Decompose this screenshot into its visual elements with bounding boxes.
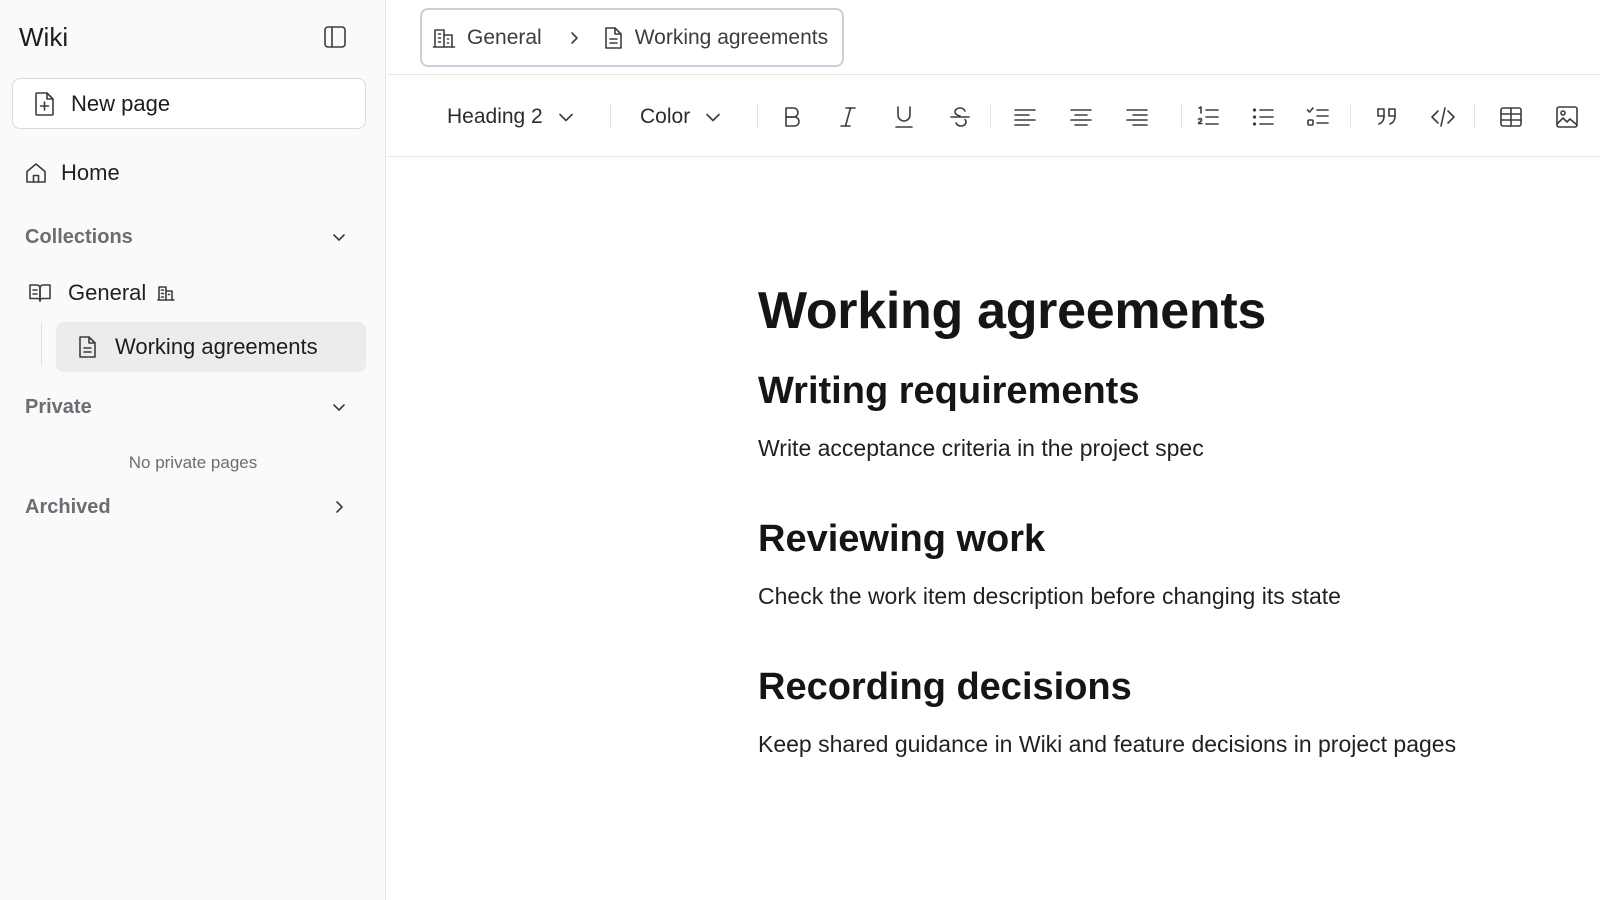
sidebar-item-general[interactable]: General [28, 276, 176, 310]
chevron-right-icon [331, 499, 347, 515]
new-page-label: New page [71, 90, 171, 116]
task-list-icon[interactable] [1305, 104, 1331, 130]
home-icon [24, 161, 48, 185]
new-page-icon [33, 91, 57, 117]
document-icon [76, 335, 98, 359]
chevron-right-icon [568, 31, 580, 45]
building-icon [157, 284, 176, 302]
code-icon[interactable] [1430, 104, 1456, 130]
color-select-label: Color [640, 104, 691, 128]
tree-guide-line [41, 322, 42, 366]
toolbar-divider [1350, 103, 1351, 129]
sidebar-item-working-agreements[interactable]: Working agreements [56, 322, 366, 372]
breadcrumb-item-working-agreements[interactable]: Working agreements [602, 26, 828, 50]
book-icon [28, 282, 52, 304]
formatting-toolbar: Heading 2 Color [387, 76, 1600, 157]
page-title[interactable]: Working agreements [758, 280, 1578, 342]
toolbar-divider [990, 103, 991, 129]
document-content[interactable]: Working agreements Writing requirements … [758, 280, 1578, 759]
heading-select[interactable]: Heading 2 [447, 76, 575, 157]
sidebar-item-label: Home [61, 160, 120, 185]
new-page-button[interactable]: New page [12, 78, 366, 129]
color-select[interactable]: Color [640, 76, 722, 157]
sidebar-toggle-icon[interactable] [322, 24, 348, 50]
breadcrumb-label: General [467, 25, 542, 49]
image-icon[interactable] [1554, 104, 1580, 130]
sidebar: Wiki New page Home Collections General W… [0, 0, 386, 900]
sidebar-item-label: General [68, 280, 147, 305]
table-icon[interactable] [1498, 104, 1524, 130]
section-heading[interactable]: Recording decisions [758, 664, 1578, 710]
toolbar-divider [757, 103, 758, 129]
chevron-down-icon [331, 399, 347, 415]
section-heading[interactable]: Reviewing work [758, 516, 1578, 562]
document-icon [602, 26, 624, 50]
toolbar-divider [610, 103, 611, 129]
section-label: Collections [25, 225, 133, 248]
archived-section-header[interactable]: Archived [25, 492, 347, 522]
heading-select-label: Heading 2 [447, 104, 543, 128]
private-empty-note: No private pages [128, 453, 258, 472]
strikethrough-icon[interactable] [947, 104, 973, 130]
section-body[interactable]: Write acceptance criteria in the project… [758, 433, 1578, 463]
app-title: Wiki [19, 22, 69, 52]
section-label: Archived [25, 495, 111, 518]
chevron-down-icon [331, 229, 347, 245]
bold-icon[interactable] [779, 104, 805, 130]
align-left-icon[interactable] [1012, 104, 1038, 130]
chevron-down-icon [557, 108, 575, 126]
ordered-list-icon[interactable] [1195, 104, 1221, 130]
collections-section-header[interactable]: Collections [25, 222, 347, 252]
chevron-down-icon [704, 108, 722, 126]
toolbar-divider [1474, 103, 1475, 129]
private-section-header[interactable]: Private [25, 392, 347, 422]
align-right-icon[interactable] [1124, 104, 1150, 130]
sidebar-item-label: Working agreements [115, 334, 318, 359]
quote-icon[interactable] [1374, 104, 1400, 130]
bullet-list-icon[interactable] [1250, 104, 1276, 130]
toolbar-divider [1181, 103, 1182, 129]
breadcrumb-bar: General Working agreements [387, 0, 1600, 75]
breadcrumb-item-general[interactable]: General [432, 26, 542, 50]
section-body[interactable]: Keep shared guidance in Wiki and feature… [758, 729, 1578, 759]
building-icon [432, 26, 456, 50]
section-body[interactable]: Check the work item description before c… [758, 581, 1578, 611]
italic-icon[interactable] [835, 104, 861, 130]
align-center-icon[interactable] [1068, 104, 1094, 130]
section-heading[interactable]: Writing requirements [758, 368, 1578, 414]
breadcrumb-label: Working agreements [634, 25, 829, 49]
sidebar-item-home[interactable]: Home [24, 156, 120, 190]
breadcrumb: General Working agreements [420, 8, 845, 67]
section-label: Private [25, 395, 92, 418]
underline-icon[interactable] [891, 104, 917, 130]
